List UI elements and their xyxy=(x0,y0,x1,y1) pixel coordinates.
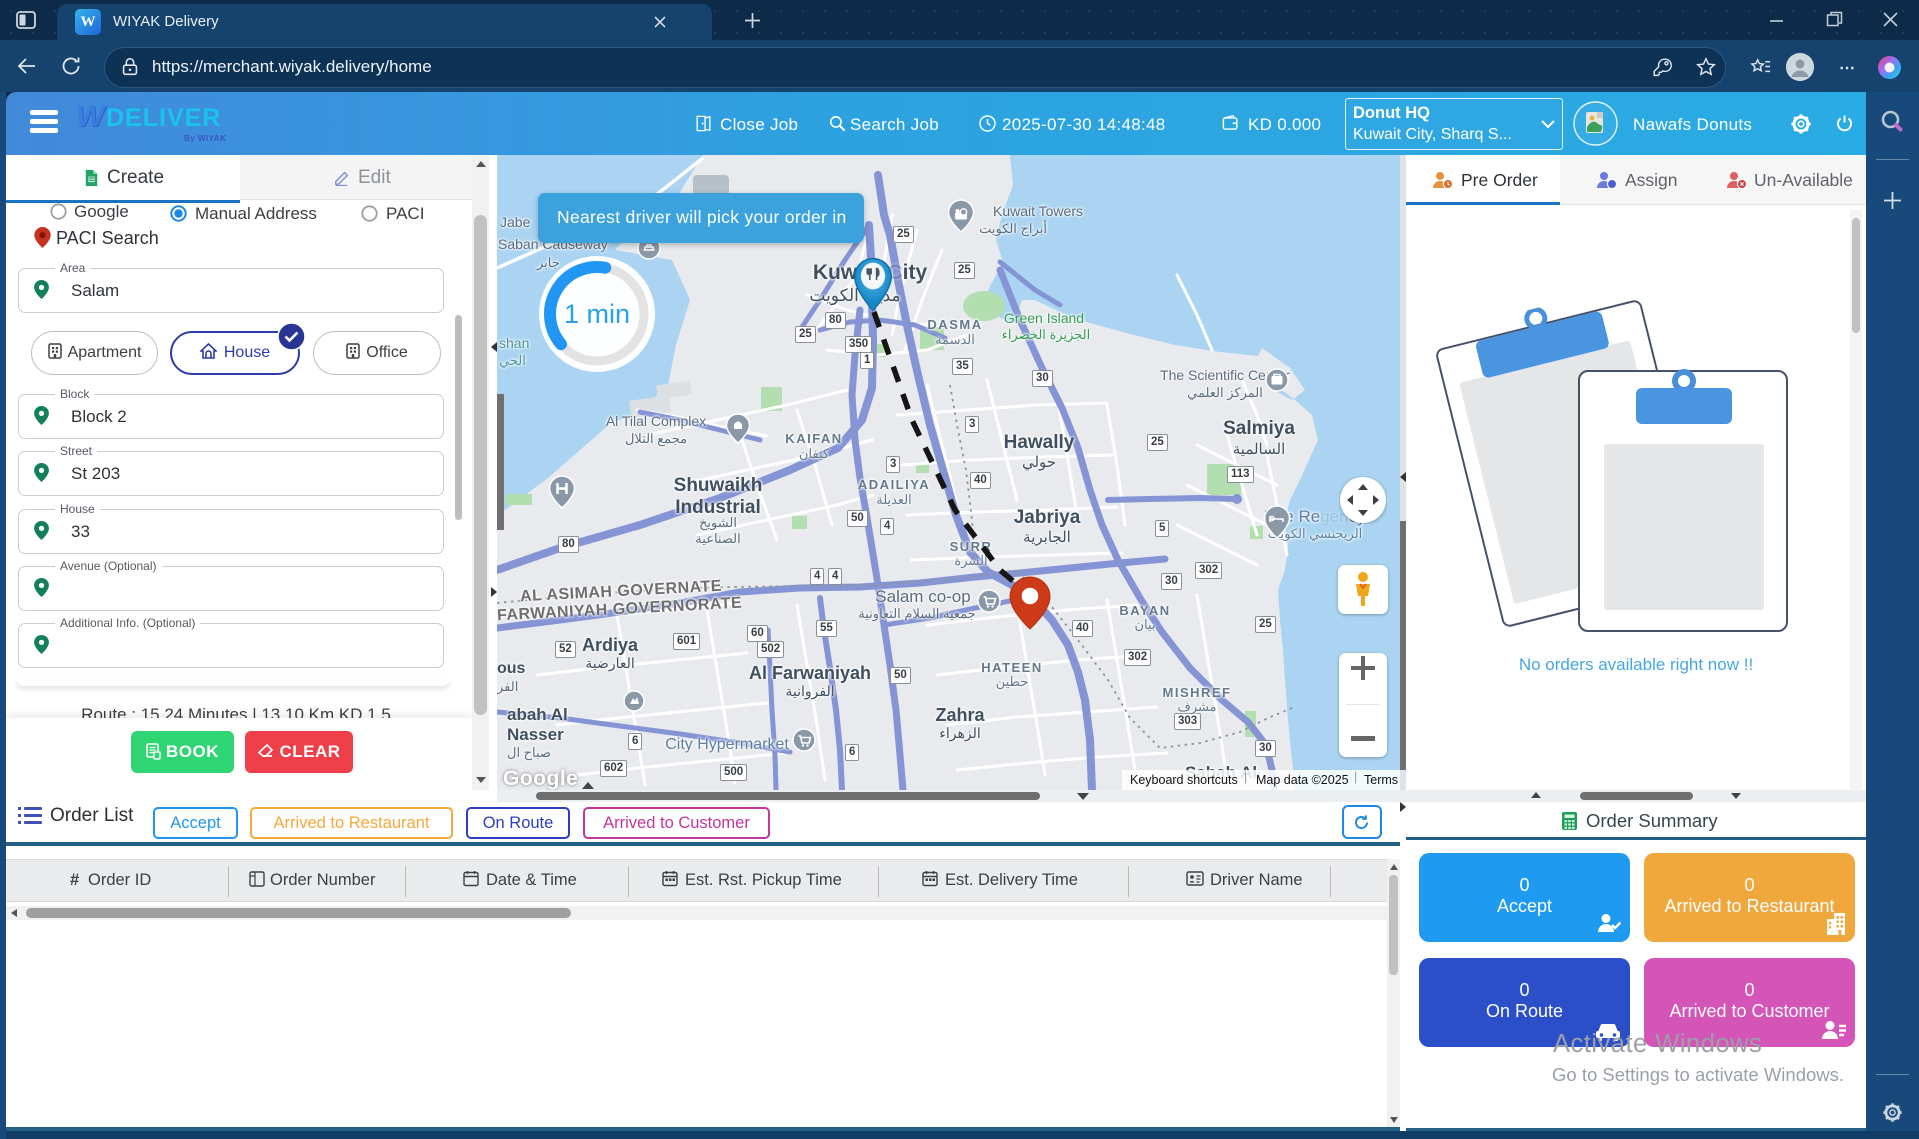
svg-text:1 min: 1 min xyxy=(564,299,630,329)
